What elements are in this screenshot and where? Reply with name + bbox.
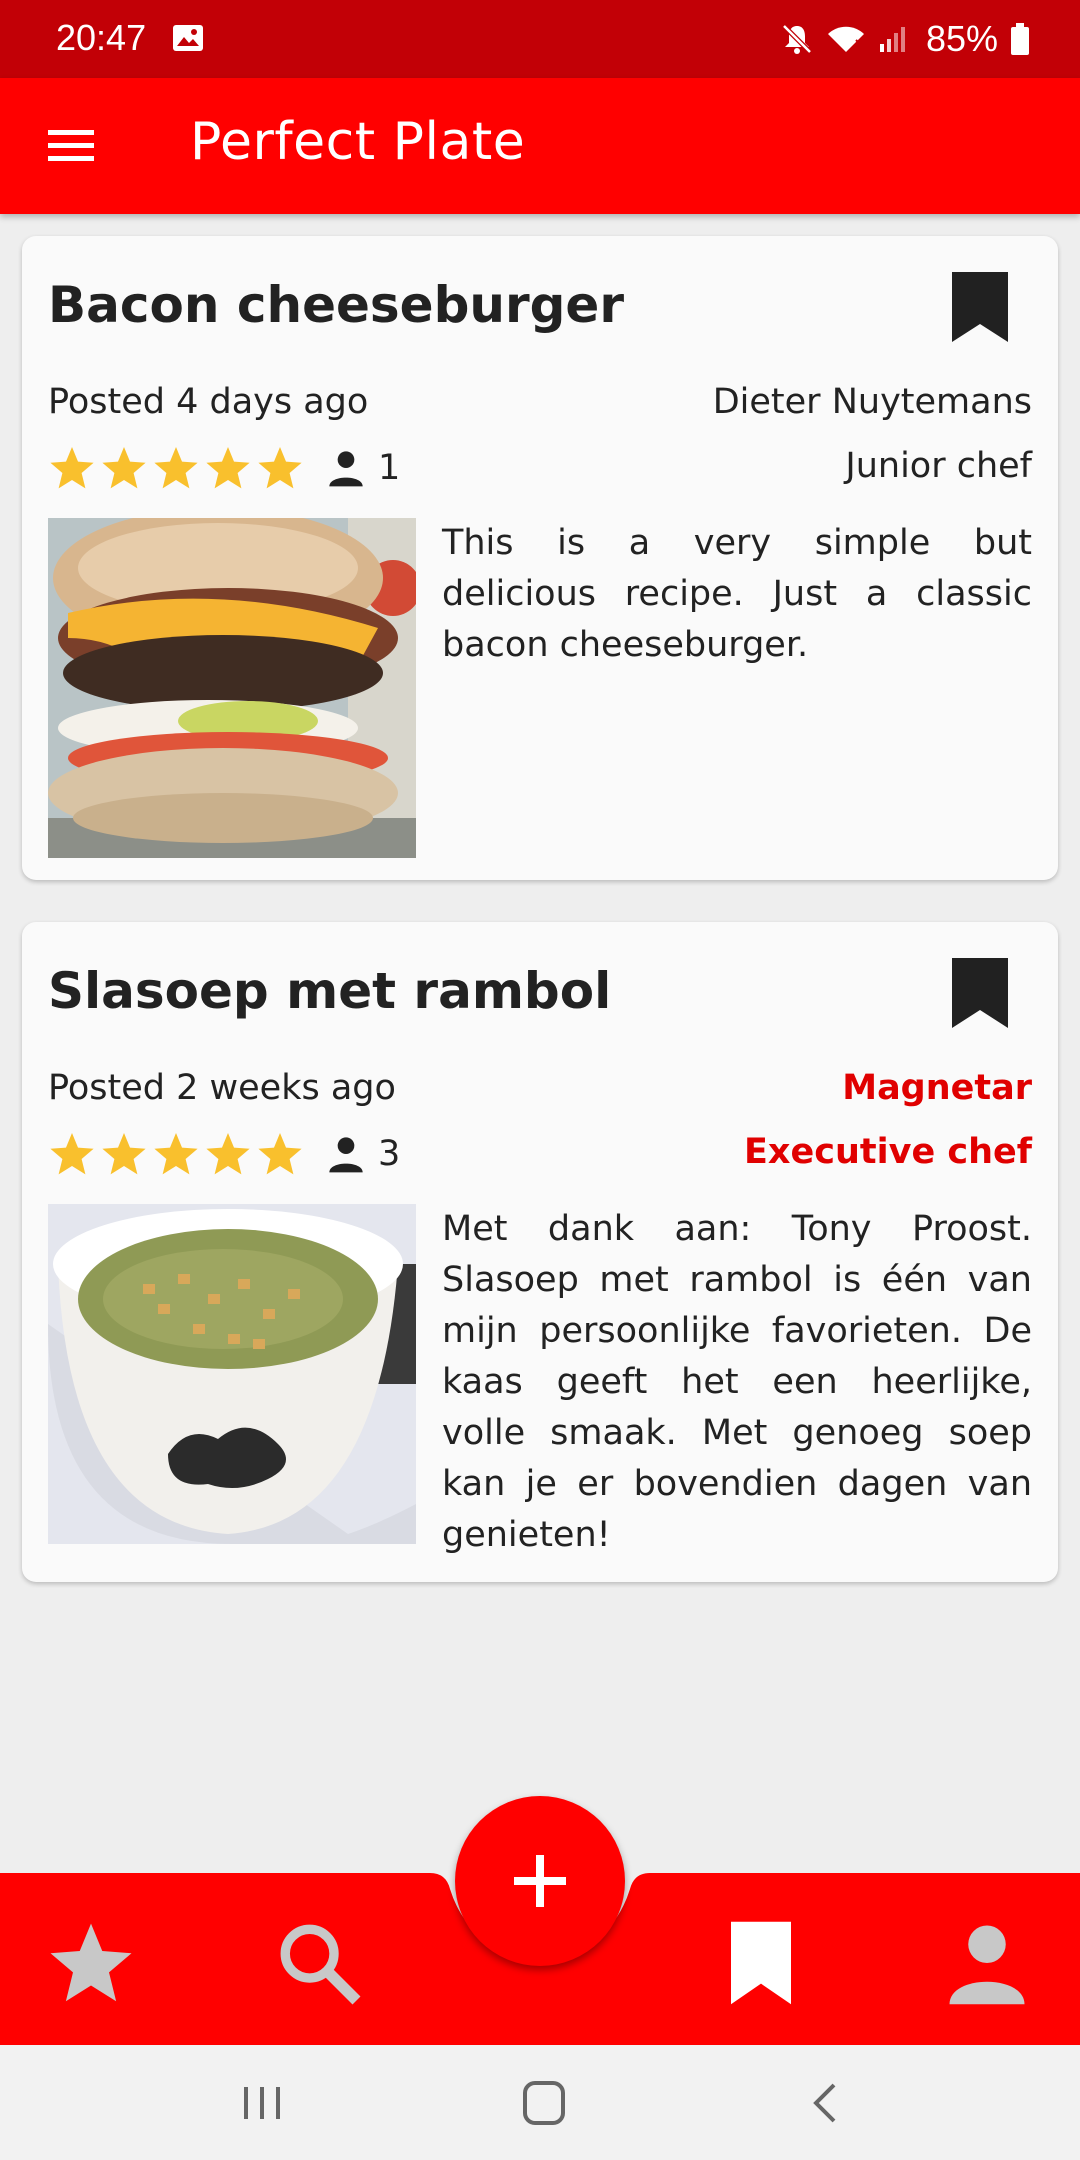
star-icon[interactable] (46, 1918, 136, 2008)
battery-icon (1011, 23, 1029, 55)
add-icon (514, 1855, 566, 1907)
star-icon (206, 1133, 250, 1175)
app-title: Perfect Plate (190, 112, 526, 172)
author-rank: Executive chef (744, 1132, 1032, 1172)
recipe-title[interactable]: Slasoep met rambol (48, 962, 611, 1020)
bookmark-icon[interactable] (948, 956, 1012, 1030)
rater-count-value: 1 (378, 448, 401, 488)
status-time: 20:47 (56, 17, 147, 58)
star-icon (50, 447, 94, 489)
gallery-notification-icon (173, 25, 203, 51)
recipe-title[interactable]: Bacon cheeseburger (48, 276, 624, 334)
wifi-icon (827, 26, 864, 52)
back-icon[interactable] (796, 2077, 856, 2129)
add-recipe-button[interactable] (455, 1796, 625, 1966)
menu-icon[interactable] (46, 127, 98, 165)
author-name[interactable]: Dieter Nuytemans (713, 382, 1032, 422)
posted-date: Posted 2 weeks ago (48, 1068, 396, 1108)
status-bar: 20:47 85% (0, 0, 1080, 78)
system-navigation (0, 2045, 1080, 2160)
star-icon (102, 1133, 146, 1175)
rater-count: 1 (326, 448, 400, 488)
person-icon (329, 1137, 363, 1173)
bookmark-icon[interactable] (716, 1918, 806, 2008)
recipe-card[interactable]: Bacon cheeseburger Posted 4 days ago Die… (22, 236, 1058, 880)
recipe-description: Met dank aan: Tony Proost. Slasoep met r… (442, 1209, 1032, 1555)
posted-date: Posted 4 days ago (48, 382, 369, 422)
bookmark-icon[interactable] (948, 270, 1012, 344)
signal-icon (879, 27, 905, 52)
star-icon (50, 1133, 94, 1175)
rating: 1 (48, 444, 400, 492)
app-bar: Perfect Plate (0, 78, 1080, 214)
soup-photo[interactable] (48, 1204, 416, 1544)
rater-count-value: 3 (378, 1134, 401, 1174)
search-icon[interactable] (274, 1918, 364, 2008)
star-icon (154, 447, 198, 489)
star-icon (258, 447, 302, 489)
rating: 3 (48, 1130, 400, 1178)
star-icon (258, 1133, 302, 1175)
recipe-card[interactable]: Slasoep met rambol Posted 2 weeks ago Ma… (22, 922, 1058, 1582)
star-icon (154, 1133, 198, 1175)
recipe-description: This is a very simple but delicious reci… (442, 523, 1032, 665)
author-rank: Junior chef (845, 446, 1032, 486)
author-name[interactable]: Magnetar (842, 1068, 1032, 1108)
star-icon (102, 447, 146, 489)
status-icons: 85% (780, 17, 1030, 61)
star-icon (206, 447, 250, 489)
burger-photo[interactable] (48, 518, 416, 858)
recent-apps-icon[interactable] (232, 2077, 292, 2129)
battery-percent: 85% (925, 18, 998, 59)
home-icon[interactable] (514, 2077, 574, 2129)
mute-icon (782, 24, 812, 54)
person-icon[interactable] (942, 1918, 1032, 2008)
rater-count: 3 (326, 1134, 400, 1174)
person-icon (329, 451, 363, 487)
